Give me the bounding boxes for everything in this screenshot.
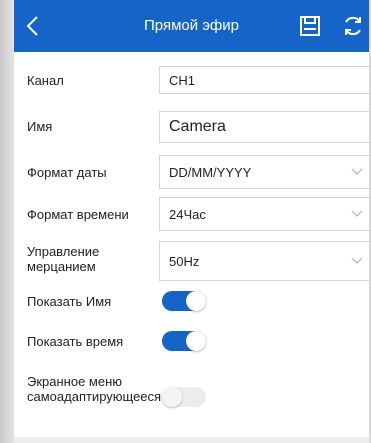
toggle-knob [186, 331, 206, 351]
date-format-select[interactable]: DD/MM/YYYY [159, 155, 369, 189]
toggle-knob [186, 291, 206, 311]
osd-adaptive-label: Экранное меню самоадаптирующееся [27, 374, 162, 404]
app-screen: Прямой эфир Канал CH1 Имя Camera Формат … [14, 0, 369, 443]
name-value: Camera [169, 118, 226, 135]
chevron-down-icon [351, 257, 363, 264]
chevron-down-icon [351, 210, 363, 217]
name-label: Имя [27, 119, 53, 134]
channel-value: CH1 [169, 72, 196, 88]
footer-divider [14, 437, 369, 443]
show-name-label: Показать Имя [27, 294, 112, 309]
date-format-label: Формат даты [27, 165, 107, 180]
chevron-down-icon [351, 168, 363, 175]
time-format-select[interactable]: 24Час [159, 197, 369, 231]
channel-label: Канал [27, 73, 64, 88]
show-time-toggle[interactable] [162, 331, 206, 351]
channel-field[interactable]: CH1 [159, 66, 369, 94]
refresh-button[interactable] [340, 13, 366, 39]
osd-adaptive-toggle[interactable] [162, 387, 206, 407]
toggle-knob [162, 387, 182, 407]
time-format-label: Формат времени [27, 207, 129, 222]
flicker-select[interactable]: 50Hz [159, 241, 369, 281]
save-icon [300, 16, 320, 36]
flicker-label: Управление мерцанием [27, 244, 100, 274]
save-button[interactable] [298, 14, 322, 38]
chevron-left-icon [26, 16, 38, 36]
date-format-value: DD/MM/YYYY [169, 164, 252, 180]
name-input[interactable]: Camera [159, 111, 369, 143]
time-format-value: 24Час [169, 206, 206, 222]
app-header: Прямой эфир [14, 0, 369, 52]
flicker-value: 50Hz [169, 253, 200, 269]
refresh-icon [345, 16, 361, 36]
back-button[interactable] [20, 12, 48, 40]
device-bezel [0, 0, 14, 443]
show-name-toggle[interactable] [162, 291, 206, 311]
show-time-label: Показать время [27, 334, 124, 349]
